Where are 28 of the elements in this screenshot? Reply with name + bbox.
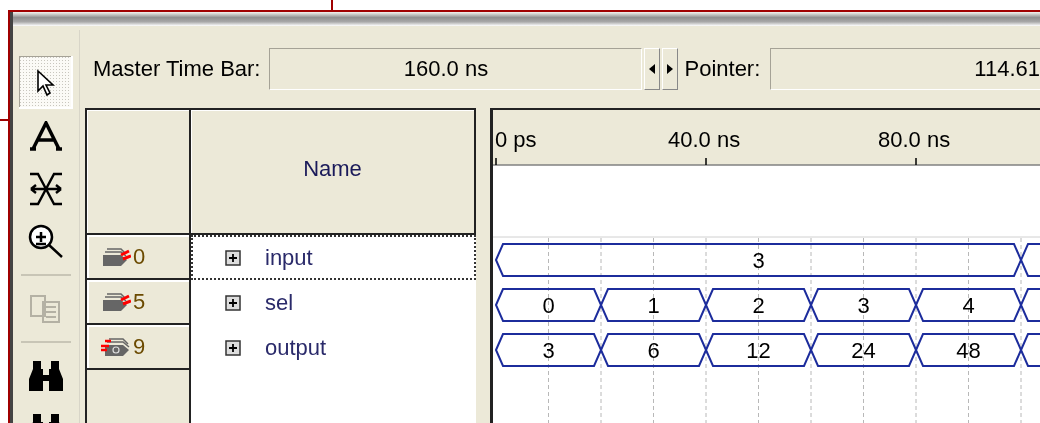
bus-value: 6 [647, 338, 660, 363]
node-value: 5 [133, 288, 146, 315]
bus-value: 48 [956, 338, 981, 363]
pointer-field[interactable]: 114.61 [770, 48, 1040, 90]
signal-name-cell[interactable]: output [191, 325, 476, 370]
node-value: 0 [133, 243, 146, 270]
master-time-bar-field[interactable]: 160.0 ns [269, 48, 643, 90]
name-column-header[interactable]: Name [191, 110, 476, 235]
bus-value: 0 [542, 293, 555, 318]
signal-name: output [265, 334, 327, 361]
time-label: 0 ps [495, 127, 537, 152]
pointer-label: Pointer: [684, 56, 761, 82]
time-label: 40.0 ns [668, 127, 741, 152]
signal-name: sel [265, 289, 294, 316]
bus-value: 3 [542, 338, 555, 363]
bus-value: 3 [752, 248, 765, 273]
bus-value: 4 [962, 293, 975, 318]
bus-value: 24 [851, 338, 876, 363]
signal-name-cell[interactable]: input [191, 235, 476, 280]
time-label: 80.0 ns [878, 127, 951, 152]
bus-value: 12 [746, 338, 771, 363]
signal-name-cell[interactable]: sel [191, 280, 476, 325]
signal-name: input [265, 244, 313, 271]
bus-value: 2 [752, 293, 765, 318]
bus-value: 1 [647, 293, 660, 318]
master-time-bar-label: Master Time Bar: [93, 56, 261, 82]
node-value: 9 [133, 333, 146, 360]
bus-value: 3 [857, 293, 870, 318]
